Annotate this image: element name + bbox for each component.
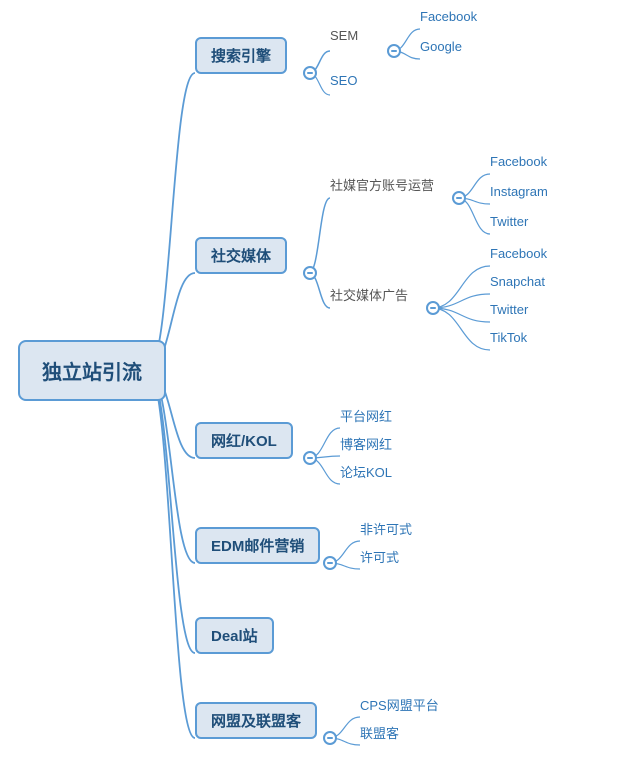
node-许可式: 许可式 (360, 545, 399, 568)
node-Deal站: Deal站 (195, 617, 274, 654)
node-CPS网盟平台: CPS网盟平台 (360, 693, 439, 716)
node-搜索引擎: 搜索引擎 (195, 37, 287, 74)
node-博客网红: 博客网红 (340, 432, 392, 455)
node-社交媒体: 社交媒体 (195, 237, 287, 274)
node-EDM邮件营销: EDM邮件营销 (195, 527, 320, 564)
collapse-dot-kol[interactable] (303, 451, 317, 465)
mindmap: 独立站引流 搜索引擎 SEM Facebook Google SEO 社交媒体 社媒官方账号运… (0, 0, 631, 771)
node-SEM: SEM (330, 26, 358, 45)
node-网盟及联盟客: 网盟及联盟客 (195, 702, 317, 739)
node-独立站引流: 独立站引流 (18, 340, 166, 401)
node-Twitter: Twitter (490, 300, 528, 319)
collapse-dot-sem[interactable] (387, 44, 401, 58)
node-Facebook: Facebook (420, 7, 477, 26)
node-SEO: SEO (330, 71, 357, 90)
collapse-dot-official[interactable] (452, 191, 466, 205)
node-Google: Google (420, 37, 462, 56)
node-Facebook: Facebook (490, 244, 547, 263)
node-Instagram: Instagram (490, 182, 548, 201)
node-非许可式: 非许可式 (360, 517, 412, 540)
collapse-dot-affiliate[interactable] (323, 731, 337, 745)
node-联盟客: 联盟客 (360, 721, 399, 744)
node-社交媒体广告: 社交媒体广告 (330, 283, 408, 306)
node-Facebook: Facebook (490, 152, 547, 171)
collapse-dot-edm[interactable] (323, 556, 337, 570)
collapse-dot-social[interactable] (303, 266, 317, 280)
node-Twitter: Twitter (490, 212, 528, 231)
collapse-dot-seo[interactable] (303, 66, 317, 80)
node-网红/KOL: 网红/KOL (195, 422, 293, 459)
node-Snapchat: Snapchat (490, 272, 545, 291)
node-论坛KOL: 论坛KOL (340, 460, 392, 483)
node-平台网红: 平台网红 (340, 404, 392, 427)
node-社媒官方账号运营: 社媒官方账号运营 (330, 173, 434, 196)
node-TikTok: TikTok (490, 328, 527, 347)
collapse-dot-ads[interactable] (426, 301, 440, 315)
